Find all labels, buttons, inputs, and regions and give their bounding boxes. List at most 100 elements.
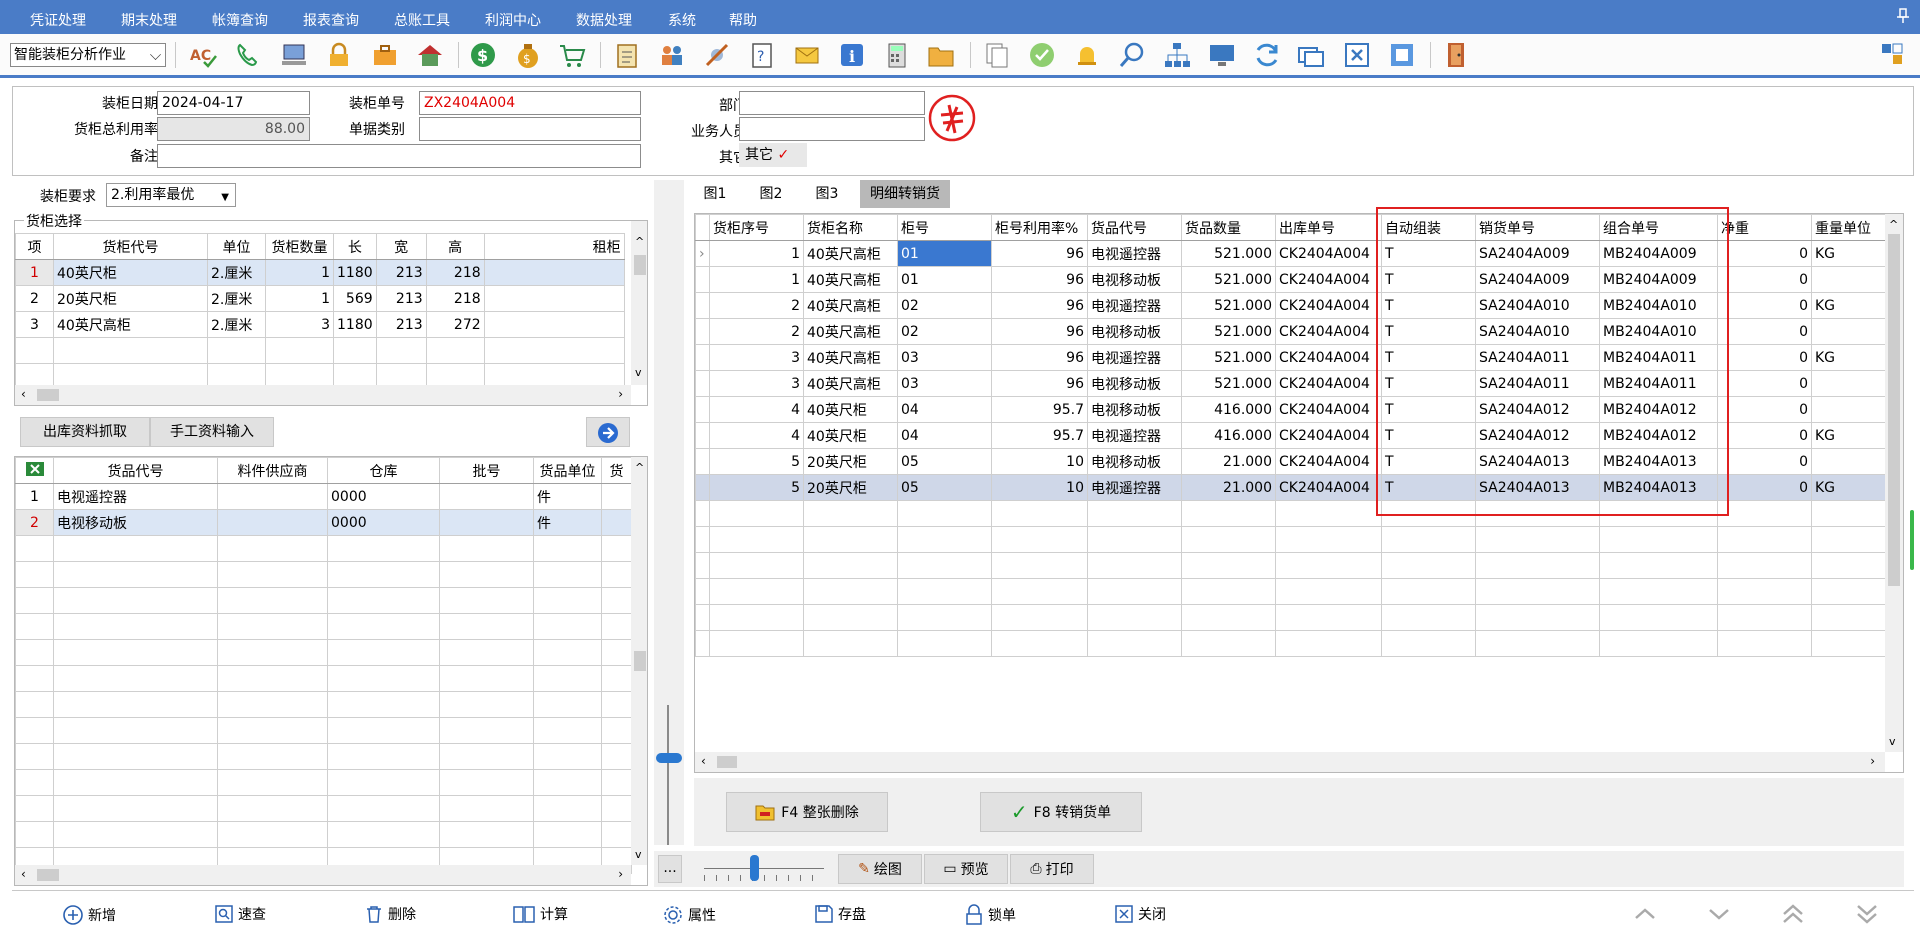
row-header[interactable] <box>695 370 710 397</box>
table-cell[interactable] <box>1717 500 1812 527</box>
scroll-up-icon[interactable]: ^ <box>1889 218 1898 231</box>
table-cell[interactable]: KG <box>1811 240 1886 267</box>
table-cell[interactable]: T <box>1381 344 1476 371</box>
table-cell[interactable]: SA2404A010 <box>1475 292 1600 319</box>
save-button[interactable]: 存盘 <box>814 904 866 924</box>
table-cell[interactable] <box>897 604 992 631</box>
table-cell[interactable]: 1180 <box>333 259 377 286</box>
col-header[interactable]: 货柜序号 <box>709 214 804 241</box>
table-cell[interactable]: MB2404A010 <box>1599 292 1718 319</box>
table-cell[interactable] <box>1181 630 1276 657</box>
table-cell[interactable]: 电视移动板 <box>1087 266 1182 293</box>
table-cell[interactable]: 416.000 <box>1181 396 1276 423</box>
table-cell[interactable] <box>217 509 328 536</box>
type-field[interactable] <box>419 117 641 141</box>
table-cell[interactable]: CK2404A004 <box>1275 240 1382 267</box>
vertical-scrollbar[interactable]: ^ v <box>631 221 647 385</box>
go-button[interactable] <box>586 417 630 447</box>
table-cell[interactable] <box>1381 500 1476 527</box>
table-cell[interactable] <box>1811 266 1886 293</box>
table-cell[interactable]: 95.7 <box>991 422 1088 449</box>
scroll-up-icon[interactable]: ^ <box>635 461 644 474</box>
table-cell[interactable]: 0 <box>1717 344 1812 371</box>
table-cell[interactable] <box>1181 604 1276 631</box>
close-window-icon[interactable] <box>1342 40 1372 70</box>
scroll-down-icon[interactable]: v <box>1889 735 1896 748</box>
table-cell[interactable]: 01 <box>897 266 992 293</box>
table-row[interactable]: 1 40英尺柜 2.厘米 1 1180 213 218 <box>15 259 625 286</box>
table-cell[interactable]: 3 <box>709 370 804 397</box>
table-cell[interactable]: 96 <box>991 292 1088 319</box>
table-cell[interactable]: 4 <box>709 422 804 449</box>
slider-thumb[interactable] <box>750 855 759 881</box>
table-cell[interactable] <box>1811 396 1886 423</box>
spellcheck-icon[interactable]: AC <box>188 40 218 70</box>
menu-system[interactable]: 系统 <box>668 10 696 30</box>
req-select[interactable]: 2.利用率最优 ▼ <box>106 183 236 207</box>
table-row[interactable] <box>15 337 625 364</box>
table-cell[interactable]: 0000 <box>327 483 440 510</box>
table-cell[interactable]: 521.000 <box>1181 318 1276 345</box>
col-header[interactable]: 货柜代号 <box>53 233 208 260</box>
table-cell[interactable]: CK2404A004 <box>1275 474 1382 501</box>
briefcase-icon[interactable] <box>370 40 400 70</box>
window-icon[interactable] <box>1296 40 1326 70</box>
col-header[interactable]: 长 <box>333 233 377 260</box>
table-cell[interactable]: CK2404A004 <box>1275 448 1382 475</box>
scroll-left-icon[interactable]: ‹ <box>21 387 26 401</box>
dollar-icon[interactable]: $ <box>468 40 498 70</box>
table-cell[interactable]: 569 <box>333 285 377 312</box>
table-cell[interactable] <box>1811 604 1886 631</box>
row-header[interactable] <box>695 448 710 475</box>
manual-input-button[interactable]: 手工资料输入 <box>150 417 274 447</box>
table-row[interactable]: 2 40英尺高柜 02 96 电视遥控器 521.000 CK2404A004 T SA2404… <box>695 292 1886 319</box>
table-cell[interactable]: MB2404A011 <box>1599 370 1718 397</box>
table-cell[interactable] <box>709 604 804 631</box>
table-cell[interactable] <box>1475 604 1600 631</box>
copy-document-icon[interactable] <box>982 40 1012 70</box>
users-icon[interactable] <box>657 40 687 70</box>
table-cell[interactable]: KG <box>1811 474 1886 501</box>
col-header[interactable]: 货品单位 <box>533 457 602 484</box>
preview-button[interactable]: ▭ 预览 <box>924 854 1008 884</box>
quick-search-button[interactable]: 速查 <box>214 904 266 924</box>
table-cell[interactable]: 电视移动板 <box>53 509 218 536</box>
table-cell[interactable]: 0 <box>1717 474 1812 501</box>
table-row[interactable] <box>695 604 1886 631</box>
table-cell[interactable]: 电视遥控器 <box>1087 292 1182 319</box>
table-cell[interactable]: 96 <box>991 344 1088 371</box>
table-cell[interactable]: 521.000 <box>1181 266 1276 293</box>
table-cell[interactable]: CK2404A004 <box>1275 422 1382 449</box>
table-cell[interactable]: MB2404A013 <box>1599 474 1718 501</box>
table-cell[interactable] <box>1181 578 1276 605</box>
table-cell[interactable]: 213 <box>375 259 427 286</box>
table-cell[interactable] <box>483 311 625 338</box>
vertical-scrollbar[interactable]: ^ v <box>631 457 647 865</box>
table-cell[interactable] <box>1087 526 1182 553</box>
table-cell[interactable] <box>803 500 898 527</box>
col-header[interactable]: 货 <box>601 457 632 484</box>
table-cell[interactable]: 10 <box>991 448 1088 475</box>
table-cell[interactable]: T <box>1381 318 1476 345</box>
scroll-thumb[interactable] <box>1888 234 1900 586</box>
table-row[interactable]: 5 20英尺柜 05 10 电视遥控器 21.000 CK2404A004 T SA2404A0… <box>695 474 1886 501</box>
table-cell[interactable] <box>1181 552 1276 579</box>
table-cell[interactable]: CK2404A004 <box>1275 344 1382 371</box>
table-cell[interactable]: 521.000 <box>1181 240 1276 267</box>
col-header[interactable]: 自动组装 <box>1381 214 1476 241</box>
table-cell[interactable] <box>1811 526 1886 553</box>
close-button[interactable]: 关闭 <box>1114 904 1166 924</box>
table-cell[interactable]: 05 <box>897 448 992 475</box>
table-row[interactable]: 5 20英尺柜 05 10 电视移动板 21.000 CK2404A004 T SA2404A0… <box>695 448 1886 475</box>
table-row[interactable]: 2 电视移动板 0000 件 <box>15 509 632 536</box>
table-cell[interactable]: 40英尺高柜 <box>803 370 898 397</box>
scroll-left-icon[interactable]: ‹ <box>21 867 26 881</box>
row-header[interactable] <box>695 578 710 605</box>
table-cell[interactable] <box>1381 526 1476 553</box>
table-cell[interactable] <box>1087 500 1182 527</box>
scroll-thumb[interactable] <box>634 255 646 275</box>
table-cell[interactable]: 213 <box>375 311 427 338</box>
table-cell[interactable] <box>991 578 1088 605</box>
table-cell[interactable]: 02 <box>897 292 992 319</box>
table-cell[interactable]: 40英尺高柜 <box>803 240 898 267</box>
